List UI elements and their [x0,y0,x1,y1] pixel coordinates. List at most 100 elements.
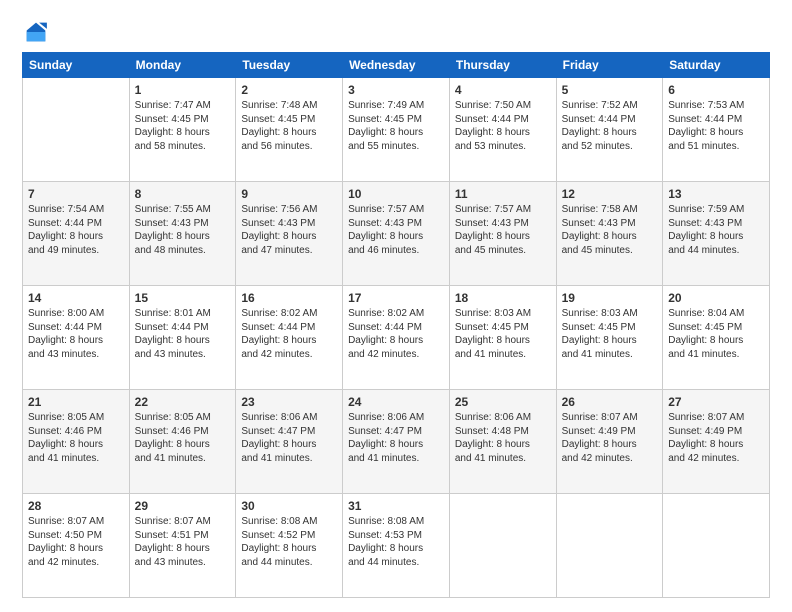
day-number: 13 [668,186,764,202]
calendar-cell: 20Sunrise: 8:04 AM Sunset: 4:45 PM Dayli… [663,286,770,390]
day-number: 17 [348,290,444,306]
calendar-cell: 3Sunrise: 7:49 AM Sunset: 4:45 PM Daylig… [343,78,450,182]
calendar-cell: 14Sunrise: 8:00 AM Sunset: 4:44 PM Dayli… [23,286,130,390]
day-info: Sunrise: 8:06 AM Sunset: 4:48 PM Dayligh… [455,411,551,465]
day-number: 28 [28,498,124,514]
calendar-cell: 31Sunrise: 8:08 AM Sunset: 4:53 PM Dayli… [343,494,450,598]
calendar-cell: 26Sunrise: 8:07 AM Sunset: 4:49 PM Dayli… [556,390,663,494]
calendar-cell: 4Sunrise: 7:50 AM Sunset: 4:44 PM Daylig… [449,78,556,182]
day-number: 9 [241,186,337,202]
calendar-cell: 21Sunrise: 8:05 AM Sunset: 4:46 PM Dayli… [23,390,130,494]
day-number: 25 [455,394,551,410]
calendar-cell: 23Sunrise: 8:06 AM Sunset: 4:47 PM Dayli… [236,390,343,494]
calendar-cell: 30Sunrise: 8:08 AM Sunset: 4:52 PM Dayli… [236,494,343,598]
calendar-cell: 2Sunrise: 7:48 AM Sunset: 4:45 PM Daylig… [236,78,343,182]
calendar-cell: 13Sunrise: 7:59 AM Sunset: 4:43 PM Dayli… [663,182,770,286]
day-info: Sunrise: 8:05 AM Sunset: 4:46 PM Dayligh… [28,411,124,465]
day-number: 16 [241,290,337,306]
calendar-cell: 12Sunrise: 7:58 AM Sunset: 4:43 PM Dayli… [556,182,663,286]
calendar-cell: 1Sunrise: 7:47 AM Sunset: 4:45 PM Daylig… [129,78,236,182]
day-info: Sunrise: 7:57 AM Sunset: 4:43 PM Dayligh… [455,203,551,257]
calendar-cell [23,78,130,182]
day-info: Sunrise: 8:03 AM Sunset: 4:45 PM Dayligh… [562,307,658,361]
week-row-1: 1Sunrise: 7:47 AM Sunset: 4:45 PM Daylig… [23,78,770,182]
day-number: 23 [241,394,337,410]
calendar-cell: 17Sunrise: 8:02 AM Sunset: 4:44 PM Dayli… [343,286,450,390]
day-number: 29 [135,498,231,514]
calendar-cell: 15Sunrise: 8:01 AM Sunset: 4:44 PM Dayli… [129,286,236,390]
calendar-cell: 18Sunrise: 8:03 AM Sunset: 4:45 PM Dayli… [449,286,556,390]
calendar-cell [663,494,770,598]
calendar: SundayMondayTuesdayWednesdayThursdayFrid… [22,52,770,598]
day-header-monday: Monday [129,53,236,78]
day-info: Sunrise: 7:49 AM Sunset: 4:45 PM Dayligh… [348,99,444,153]
calendar-header-row: SundayMondayTuesdayWednesdayThursdayFrid… [23,53,770,78]
day-info: Sunrise: 7:56 AM Sunset: 4:43 PM Dayligh… [241,203,337,257]
day-number: 22 [135,394,231,410]
calendar-cell: 25Sunrise: 8:06 AM Sunset: 4:48 PM Dayli… [449,390,556,494]
calendar-cell: 24Sunrise: 8:06 AM Sunset: 4:47 PM Dayli… [343,390,450,494]
day-number: 15 [135,290,231,306]
calendar-cell [449,494,556,598]
day-number: 4 [455,82,551,98]
day-info: Sunrise: 8:07 AM Sunset: 4:49 PM Dayligh… [562,411,658,465]
day-info: Sunrise: 7:55 AM Sunset: 4:43 PM Dayligh… [135,203,231,257]
day-info: Sunrise: 8:08 AM Sunset: 4:53 PM Dayligh… [348,515,444,569]
day-info: Sunrise: 8:02 AM Sunset: 4:44 PM Dayligh… [241,307,337,361]
day-number: 18 [455,290,551,306]
day-number: 2 [241,82,337,98]
day-number: 3 [348,82,444,98]
day-info: Sunrise: 7:57 AM Sunset: 4:43 PM Dayligh… [348,203,444,257]
day-number: 21 [28,394,124,410]
week-row-2: 7Sunrise: 7:54 AM Sunset: 4:44 PM Daylig… [23,182,770,286]
day-header-friday: Friday [556,53,663,78]
day-info: Sunrise: 8:05 AM Sunset: 4:46 PM Dayligh… [135,411,231,465]
day-info: Sunrise: 8:01 AM Sunset: 4:44 PM Dayligh… [135,307,231,361]
day-number: 26 [562,394,658,410]
calendar-cell: 22Sunrise: 8:05 AM Sunset: 4:46 PM Dayli… [129,390,236,494]
day-number: 30 [241,498,337,514]
logo [22,18,54,46]
logo-icon [22,18,50,46]
day-info: Sunrise: 8:00 AM Sunset: 4:44 PM Dayligh… [28,307,124,361]
calendar-cell: 27Sunrise: 8:07 AM Sunset: 4:49 PM Dayli… [663,390,770,494]
day-header-wednesday: Wednesday [343,53,450,78]
calendar-cell: 5Sunrise: 7:52 AM Sunset: 4:44 PM Daylig… [556,78,663,182]
day-number: 12 [562,186,658,202]
day-number: 6 [668,82,764,98]
day-info: Sunrise: 7:53 AM Sunset: 4:44 PM Dayligh… [668,99,764,153]
calendar-cell: 9Sunrise: 7:56 AM Sunset: 4:43 PM Daylig… [236,182,343,286]
day-info: Sunrise: 7:50 AM Sunset: 4:44 PM Dayligh… [455,99,551,153]
day-info: Sunrise: 8:07 AM Sunset: 4:49 PM Dayligh… [668,411,764,465]
day-info: Sunrise: 8:06 AM Sunset: 4:47 PM Dayligh… [348,411,444,465]
day-number: 14 [28,290,124,306]
calendar-cell: 7Sunrise: 7:54 AM Sunset: 4:44 PM Daylig… [23,182,130,286]
day-number: 11 [455,186,551,202]
day-number: 31 [348,498,444,514]
day-info: Sunrise: 8:03 AM Sunset: 4:45 PM Dayligh… [455,307,551,361]
day-info: Sunrise: 7:52 AM Sunset: 4:44 PM Dayligh… [562,99,658,153]
day-info: Sunrise: 7:54 AM Sunset: 4:44 PM Dayligh… [28,203,124,257]
header [22,18,770,46]
day-number: 19 [562,290,658,306]
calendar-cell: 29Sunrise: 8:07 AM Sunset: 4:51 PM Dayli… [129,494,236,598]
day-header-thursday: Thursday [449,53,556,78]
day-number: 7 [28,186,124,202]
week-row-4: 21Sunrise: 8:05 AM Sunset: 4:46 PM Dayli… [23,390,770,494]
page: SundayMondayTuesdayWednesdayThursdayFrid… [0,0,792,612]
calendar-cell: 19Sunrise: 8:03 AM Sunset: 4:45 PM Dayli… [556,286,663,390]
day-info: Sunrise: 7:48 AM Sunset: 4:45 PM Dayligh… [241,99,337,153]
day-number: 1 [135,82,231,98]
week-row-5: 28Sunrise: 8:07 AM Sunset: 4:50 PM Dayli… [23,494,770,598]
day-info: Sunrise: 7:47 AM Sunset: 4:45 PM Dayligh… [135,99,231,153]
week-row-3: 14Sunrise: 8:00 AM Sunset: 4:44 PM Dayli… [23,286,770,390]
calendar-cell: 6Sunrise: 7:53 AM Sunset: 4:44 PM Daylig… [663,78,770,182]
calendar-cell [556,494,663,598]
day-number: 10 [348,186,444,202]
day-info: Sunrise: 7:58 AM Sunset: 4:43 PM Dayligh… [562,203,658,257]
calendar-cell: 8Sunrise: 7:55 AM Sunset: 4:43 PM Daylig… [129,182,236,286]
day-info: Sunrise: 8:07 AM Sunset: 4:51 PM Dayligh… [135,515,231,569]
calendar-cell: 11Sunrise: 7:57 AM Sunset: 4:43 PM Dayli… [449,182,556,286]
day-info: Sunrise: 8:04 AM Sunset: 4:45 PM Dayligh… [668,307,764,361]
day-info: Sunrise: 7:59 AM Sunset: 4:43 PM Dayligh… [668,203,764,257]
